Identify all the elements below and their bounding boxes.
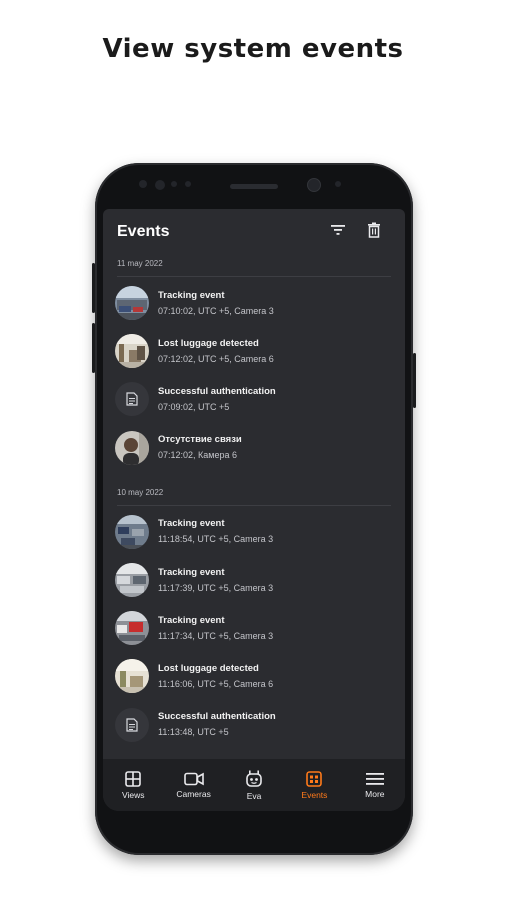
robot-icon: [246, 770, 262, 787]
event-title: Successful authentication: [158, 711, 276, 723]
video-camera-icon: [183, 772, 204, 785]
event-thumbnail: [115, 430, 149, 465]
event-item[interactable]: Lost luggage detected 11:16:06, UTC +5, …: [103, 652, 405, 700]
page: View system events Events 11 may 2022 Tr…: [0, 0, 506, 900]
event-thumbnail: [115, 286, 149, 321]
trash-icon[interactable]: [363, 219, 385, 241]
nav-label: Cameras: [176, 788, 211, 799]
filter-icon[interactable]: [327, 219, 349, 241]
menu-icon: [365, 772, 384, 785]
nav-label: Events: [301, 789, 328, 800]
event-thumbnail: [115, 659, 149, 694]
nav-cameras[interactable]: Cameras: [163, 759, 223, 811]
headline: View system events: [102, 34, 404, 64]
bottom-navigation: Views Cameras Eva Events More: [103, 759, 405, 811]
divider: [117, 504, 391, 506]
phone-side-button: [92, 263, 95, 313]
event-item[interactable]: Отсутствие связи 07:12:02, Камера 6: [103, 424, 405, 472]
front-sensor: [171, 181, 177, 187]
app-screen: Events 11 may 2022 Tracking event 07:10:…: [103, 209, 405, 811]
phone-frame: Events 11 may 2022 Tracking event 07:10:…: [92, 163, 416, 855]
event-title: Отсутствие связи: [158, 434, 242, 446]
front-sensor: [335, 181, 341, 187]
date-label: 10 may 2022: [117, 487, 164, 497]
front-camera: [139, 180, 147, 188]
nav-eva[interactable]: Eva: [224, 759, 284, 811]
event-item[interactable]: Successful authentication 07:09:02, UTC …: [103, 375, 405, 423]
event-title: Tracking event: [158, 566, 225, 578]
event-subtitle: 07:12:02, Камера 6: [158, 450, 237, 461]
event-title: Tracking event: [158, 289, 225, 301]
nav-more[interactable]: More: [345, 759, 405, 811]
event-item[interactable]: Tracking event 11:17:39, UTC +5, Camera …: [103, 556, 405, 604]
document-icon: [115, 707, 149, 742]
events-icon: [306, 770, 323, 787]
event-item[interactable]: Tracking event 11:18:54, UTC +5, Camera …: [103, 508, 405, 556]
app-bar: Events: [103, 209, 405, 253]
nav-views[interactable]: Views: [103, 759, 163, 811]
earpiece-speaker: [230, 184, 278, 189]
date-label: 11 may 2022: [117, 259, 163, 268]
event-item[interactable]: Successful authentication 11:13:48, UTC …: [103, 701, 405, 749]
divider: [117, 276, 391, 277]
nav-label: Views: [121, 789, 145, 800]
event-title: Tracking event: [158, 518, 225, 530]
date-header: 11 may 2022: [103, 253, 405, 279]
event-subtitle: 11:18:54, UTC +5, Camera 3: [158, 534, 274, 545]
event-title: Lost luggage detected: [158, 662, 259, 674]
events-list: 11 may 2022 Tracking event 07:10:02, UTC…: [103, 253, 405, 749]
phone-side-button: [413, 353, 416, 408]
event-subtitle: 11:13:48, UTC +5: [158, 727, 229, 738]
front-sensor: [185, 181, 191, 187]
event-thumbnail: [115, 514, 149, 549]
event-subtitle: 07:09:02, UTC +5: [158, 401, 230, 412]
document-icon: [115, 382, 149, 417]
event-subtitle: 11:17:34, UTC +5, Camera 3: [158, 630, 274, 641]
event-subtitle: 11:16:06, UTC +5, Camera 6: [158, 678, 274, 689]
page-title: Events: [117, 223, 170, 240]
event-title: Successful authentication: [158, 385, 276, 397]
event-thumbnail: [115, 611, 149, 646]
event-item[interactable]: Lost luggage detected 07:12:02, UTC +5, …: [103, 327, 405, 375]
phone-side-button: [92, 323, 95, 373]
date-header: 10 may 2022: [103, 482, 405, 508]
grid-icon: [125, 770, 142, 787]
nav-label: More: [365, 788, 385, 799]
event-subtitle: 07:12:02, UTC +5, Camera 6: [158, 353, 274, 364]
event-title: Tracking event: [158, 614, 225, 626]
iris-scanner: [307, 178, 321, 192]
event-thumbnail: [115, 334, 149, 369]
nav-label: Eva: [246, 790, 262, 801]
event-subtitle: 11:17:39, UTC +5, Camera 3: [158, 582, 274, 593]
event-item[interactable]: Tracking event 11:17:34, UTC +5, Camera …: [103, 604, 405, 652]
event-thumbnail: [115, 563, 149, 598]
event-subtitle: 07:10:02, UTC +5, Camera 3: [158, 305, 274, 316]
front-sensor: [155, 180, 165, 190]
nav-events[interactable]: Events: [284, 759, 344, 811]
event-item[interactable]: Tracking event 07:10:02, UTC +5, Camera …: [103, 279, 405, 327]
event-title: Lost luggage detected: [158, 337, 259, 349]
